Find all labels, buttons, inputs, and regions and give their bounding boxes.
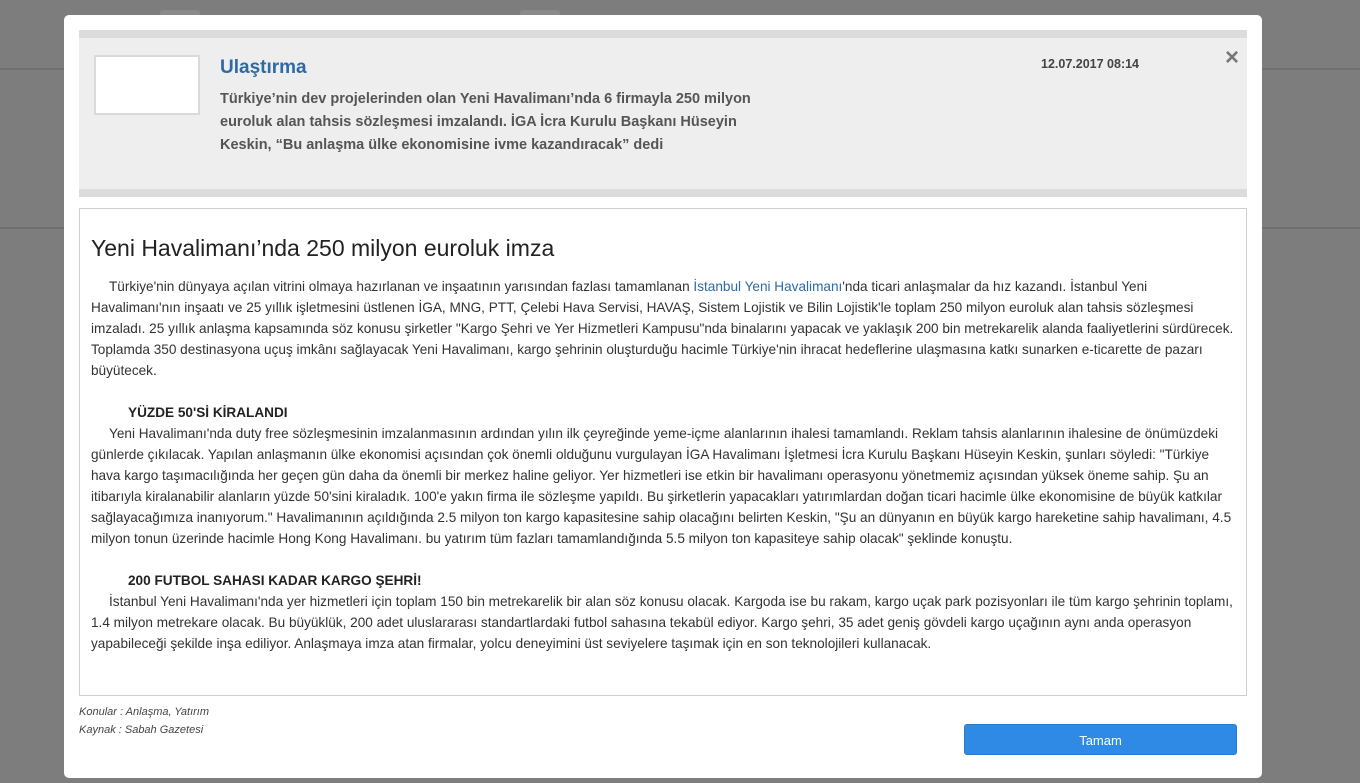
source-label: Kaynak : Sabah Gazetesi bbox=[79, 724, 204, 736]
article-title: Yeni Havalimanı’nda 250 milyon euroluk i… bbox=[91, 235, 555, 261]
article-paragraph: Türkiye'nin dünyaya açılan vitrini olmay… bbox=[91, 276, 1236, 381]
article-subheading: 200 FUTBOL SAHASI KADAR KARGO ŞEHRİ! bbox=[128, 573, 422, 588]
news-summary: Türkiye’nin dev projelerinden olan Yeni … bbox=[220, 91, 751, 153]
news-category: Ulaştırma bbox=[220, 57, 307, 78]
close-icon[interactable]: × bbox=[1222, 46, 1242, 70]
news-date: 12.07.2017 08:14 bbox=[1041, 57, 1140, 71]
news-header: Ulaştırma Türkiye’nin dev projelerinden … bbox=[79, 30, 1247, 197]
airport-link[interactable]: İstanbul Yeni Havalimanı bbox=[693, 279, 842, 294]
paragraph-text: Türkiye'nin dünyaya açılan vitrini olmay… bbox=[109, 279, 694, 294]
ok-button[interactable]: Tamam bbox=[964, 724, 1237, 755]
news-modal: Ulaştırma Türkiye’nin dev projelerinden … bbox=[64, 15, 1262, 778]
article-subheading: YÜZDE 50'Sİ KİRALANDI bbox=[128, 405, 288, 420]
article-body: Yeni Havalimanı’nda 250 milyon euroluk i… bbox=[79, 208, 1247, 696]
article-paragraph: İstanbul Yeni Havalimanı'nda yer hizmetl… bbox=[91, 594, 1233, 651]
news-thumbnail bbox=[94, 55, 200, 115]
topics-label: Konular : Anlaşma, Yatırım bbox=[79, 706, 210, 718]
article-paragraph: Yeni Havalimanı'nda duty free sözleşmesi… bbox=[91, 426, 1232, 546]
